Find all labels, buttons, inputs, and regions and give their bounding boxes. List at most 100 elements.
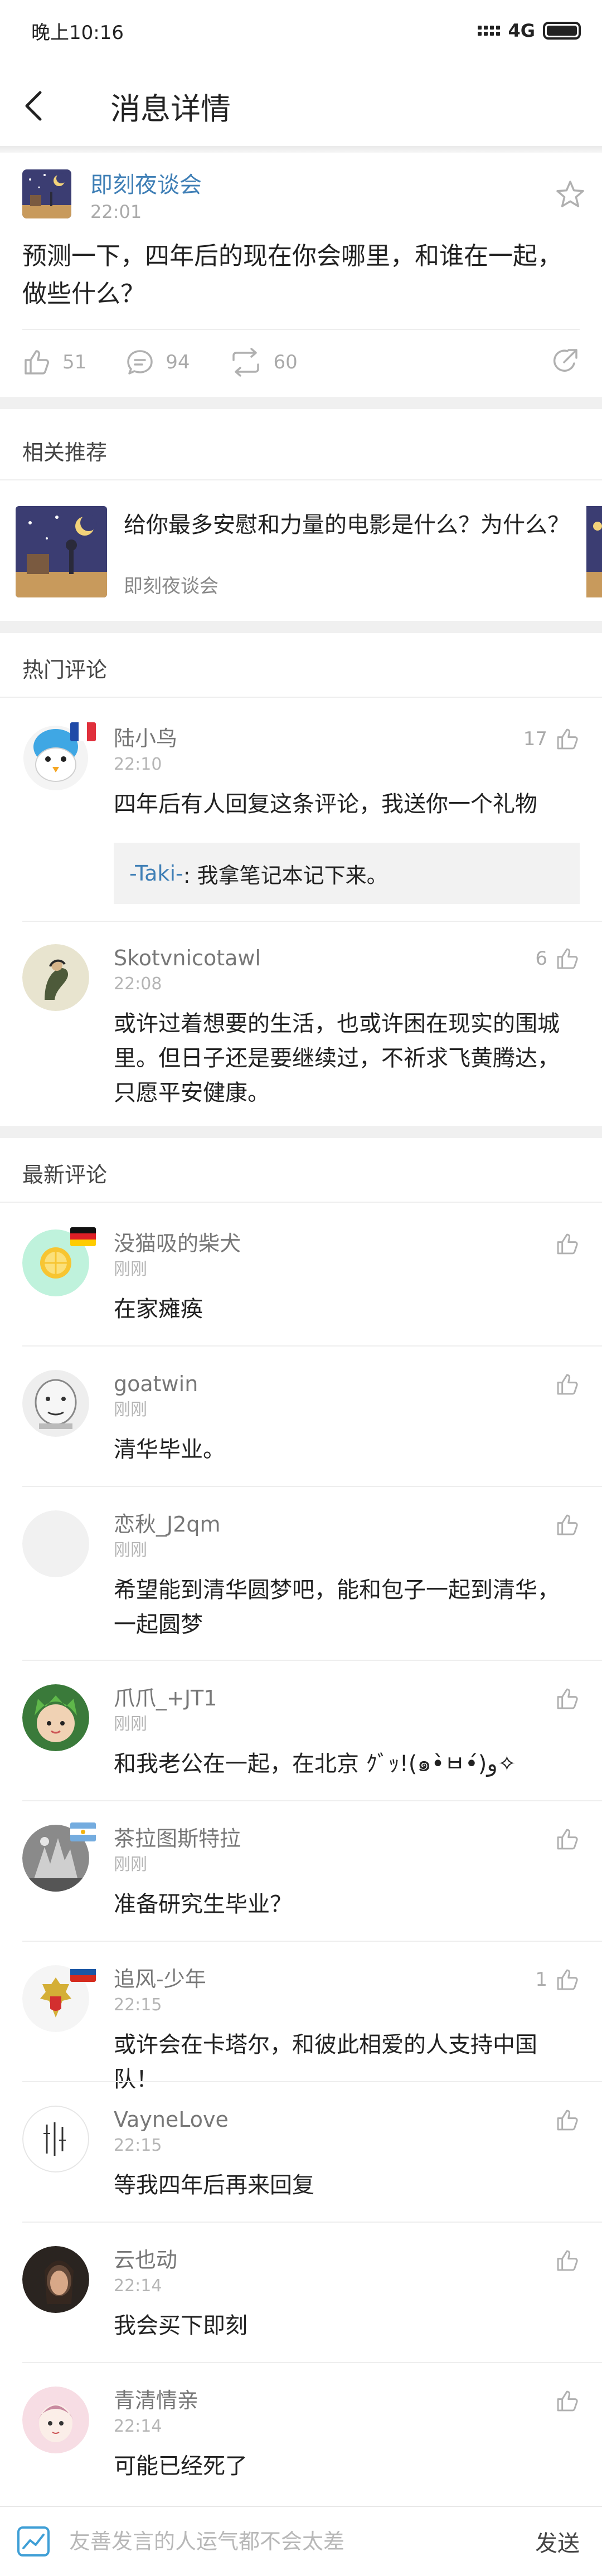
comment-time: 22:15	[114, 2136, 162, 2155]
flag-germany-icon	[70, 1227, 96, 1246]
thumbs-up-icon	[557, 2250, 578, 2271]
commenter-name[interactable]: 没猫吸的柴犬	[114, 1229, 241, 1257]
post-header: 即刻夜谈会 22:01	[22, 169, 202, 223]
thumbs-up-icon	[557, 1233, 578, 1255]
group-name-link[interactable]: 即刻夜谈会	[90, 169, 202, 201]
related-item[interactable]: 给你最多安慰和力量的电影是什么？为什么？ 即刻夜谈会	[0, 482, 602, 621]
divider	[22, 2362, 602, 2363]
comment-text: 四年后有人回复这条评论，我送你一个礼物	[114, 791, 537, 817]
back-icon[interactable]	[0, 61, 67, 150]
comment-text: 我会买下即刻	[114, 2313, 247, 2339]
trend-chart-icon[interactable]	[16, 2524, 51, 2559]
comment-input[interactable]	[69, 2519, 535, 2564]
comment-time: 22:08	[114, 974, 162, 994]
repost-icon	[232, 348, 259, 377]
comment-like-button[interactable]	[547, 1372, 580, 1397]
divider	[22, 329, 580, 330]
comment-time: 刚刚	[114, 1855, 147, 1874]
post-actions: 51 94 60	[22, 346, 580, 379]
commenter-name[interactable]: 陆小鸟	[114, 725, 177, 752]
thumbs-up-icon	[557, 728, 578, 750]
page-title: 消息详情	[110, 91, 231, 127]
comment-time: 22:14	[114, 2417, 162, 2436]
avatar[interactable]	[22, 1370, 89, 1437]
repost-count: 60	[273, 351, 298, 373]
comment-text: 和我老公在一起，在北京 ｸﾞｯ!(๑•̀ㅂ•́)و✧	[114, 1751, 517, 1777]
comment-text: 或许过着想要的生活，也或许困在现实的围城里。但日子还是要继续过，不祈求飞黄腾达，…	[114, 1011, 560, 1106]
comment-like-button[interactable]	[547, 1232, 580, 1256]
battery-icon	[543, 22, 581, 40]
title-bar: 消息详情	[0, 61, 602, 150]
thumbs-up-icon	[25, 350, 49, 375]
related-thumbnail	[16, 506, 107, 597]
commenter-name[interactable]: 爪爪_+JT1	[114, 1684, 217, 1712]
comment-like-button[interactable]	[547, 1827, 580, 1851]
commenter-name[interactable]: 云也动	[114, 2246, 177, 2274]
comment-text: 或许会在卡塔尔，和彼此相爱的人支持中国队！	[114, 2032, 537, 2092]
related-heading-label: 相关推荐	[22, 440, 108, 465]
group-thumbnail[interactable]	[22, 169, 71, 218]
avatar[interactable]	[22, 2246, 89, 2313]
thumbs-up-icon	[557, 1829, 578, 1850]
commenter-name[interactable]: 青清情亲	[114, 2387, 198, 2414]
status-bar: 晚上10:16 4G	[0, 0, 602, 61]
comment-time: 刚刚	[114, 1400, 147, 1420]
reply-username[interactable]: -Taki-	[129, 861, 183, 886]
send-button[interactable]: 发送	[535, 2525, 580, 2558]
related-group-name: 即刻夜谈会	[124, 575, 219, 597]
comment-text: 准备研究生毕业？	[114, 1892, 292, 1917]
comment-like-button[interactable]	[547, 2389, 580, 2413]
flag-france-icon	[70, 722, 96, 741]
comment-like-button[interactable]: 6	[535, 946, 580, 971]
comment-like-button[interactable]	[547, 2248, 580, 2273]
status-indicators: 4G	[478, 20, 581, 41]
related-section-heading: 相关推荐	[0, 421, 602, 480]
like-button[interactable]: 51	[22, 348, 86, 377]
star-icon[interactable]	[555, 179, 585, 212]
comment-time: 22:15	[114, 1995, 162, 2015]
network-label: 4G	[508, 20, 535, 41]
comment-like-button[interactable]: 1	[535, 1967, 580, 1992]
avatar[interactable]	[22, 1510, 89, 1577]
commenter-name[interactable]: VayneLove	[114, 2106, 229, 2133]
commenter-name[interactable]: 恋秋_J2qm	[114, 1510, 221, 1538]
thumbs-up-icon	[557, 948, 578, 969]
post-text: 预测一下，四年后的现在你会哪里，和谁在一起，做些什么？	[22, 242, 562, 308]
avatar[interactable]	[22, 1684, 89, 1751]
comment-like-button[interactable]	[547, 2108, 580, 2132]
comment-like-button[interactable]	[547, 1686, 580, 1711]
commenter-name[interactable]: goatwin	[114, 1370, 198, 1398]
comment-text: 清华毕业。	[114, 1437, 225, 1462]
related-title: 给你最多安慰和力量的电影是什么？为什么？	[124, 512, 570, 538]
share-icon[interactable]	[550, 347, 580, 379]
commenter-name[interactable]: 追风-少年	[114, 1965, 206, 1993]
related-next-thumbnail[interactable]	[586, 506, 602, 597]
post-time: 22:01	[90, 201, 142, 222]
thumbs-up-icon	[557, 2390, 578, 2412]
commenter-name[interactable]: Skotvnicotawl	[114, 944, 261, 972]
comment-like-button[interactable]: 17	[523, 727, 580, 751]
comment-icon	[127, 350, 153, 375]
avatar[interactable]	[22, 944, 89, 1011]
commenter-name[interactable]: 茶拉图斯特拉	[114, 1825, 241, 1853]
comment-text: 在家瘫痪	[114, 1296, 203, 1322]
like-count: 51	[62, 351, 87, 373]
comment-text: 希望能到清华圆梦吧，能和包子一起到清华，一起圆梦	[114, 1577, 560, 1637]
section-gap	[0, 621, 602, 633]
comment-button[interactable]: 94	[125, 348, 190, 377]
latest-section-heading: 最新评论	[0, 1144, 602, 1203]
avatar[interactable]	[22, 2106, 89, 2172]
reply-text: : 我拿笔记本记下来。	[183, 863, 388, 888]
avatar[interactable]	[22, 2387, 89, 2453]
hot-heading-label: 热门评论	[22, 657, 108, 682]
comment-time: 刚刚	[114, 1714, 147, 1734]
section-gap	[0, 1126, 602, 1138]
status-time: 晚上10:16	[31, 21, 124, 44]
repost-button[interactable]: 60	[229, 348, 298, 377]
divider	[22, 1660, 602, 1661]
divider	[22, 1941, 602, 1942]
comment-like-count: 1	[535, 1969, 547, 1991]
divider	[22, 1800, 602, 1801]
comment-like-button[interactable]	[547, 1513, 580, 1537]
comment-reply[interactable]: -Taki-: 我拿笔记本记下来。	[114, 843, 580, 904]
